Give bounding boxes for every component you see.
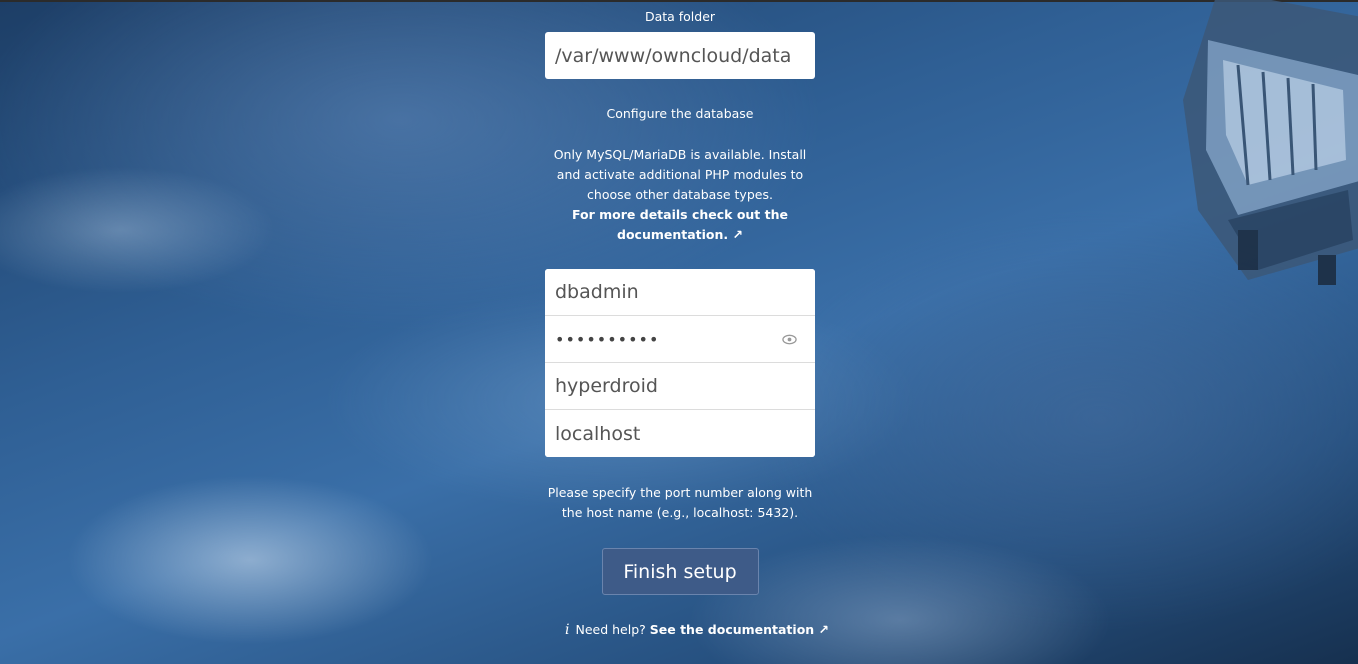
help-line: i Need help? See the documentation ↗ <box>565 622 829 638</box>
database-password-input[interactable]: •••••••••• <box>545 316 815 363</box>
info-icon: i <box>565 622 570 638</box>
database-name-input[interactable]: hyperdroid <box>545 363 815 410</box>
password-mask: •••••••••• <box>555 329 660 349</box>
satellite-image <box>1183 0 1358 285</box>
configure-database-heading: Configure the database <box>606 106 754 121</box>
finish-setup-button[interactable]: Finish setup <box>601 548 759 595</box>
database-notice: Only MySQL/MariaDB is available. Install… <box>545 145 815 245</box>
database-user-input[interactable]: dbadmin <box>545 269 815 316</box>
data-folder-label: Data folder <box>644 9 716 24</box>
eye-icon[interactable] <box>782 333 797 346</box>
database-credentials-group: dbadmin •••••••••• hyperdroid localhost <box>545 269 815 457</box>
database-notice-text: Only MySQL/MariaDB is available. Install… <box>553 147 807 202</box>
help-prefix: Need help? <box>575 622 646 637</box>
documentation-details-link[interactable]: For more details check out the documenta… <box>570 205 790 245</box>
port-hint-text: Please specify the port number along wit… <box>547 485 813 520</box>
see-documentation-link[interactable]: See the documentation ↗ <box>650 622 829 637</box>
data-folder-input[interactable]: /var/www/owncloud/data <box>545 32 815 79</box>
database-host-input[interactable]: localhost <box>545 410 815 457</box>
